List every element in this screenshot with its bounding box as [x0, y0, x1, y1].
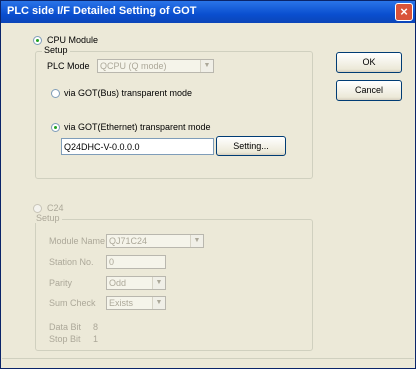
cpu-setup-legend: Setup: [42, 45, 70, 55]
close-icon[interactable]: ×: [395, 3, 413, 21]
parity-label: Parity: [49, 278, 73, 288]
ok-button[interactable]: OK: [336, 52, 402, 73]
plc-mode-select[interactable]: QCPU (Q mode) ▼: [97, 59, 214, 73]
dialog-title: PLC side I/F Detailed Setting of GOT: [7, 5, 197, 17]
data-bit-value: 8: [93, 322, 99, 332]
c24-setup-legend: Setup: [34, 213, 62, 223]
cpu-module-radio[interactable]: [33, 36, 42, 45]
c24-radio[interactable]: [33, 204, 42, 213]
ethernet-target-field[interactable]: Q24DHC-V-0.0.0.0: [61, 138, 214, 155]
stop-bit-label: Stop Bit: [49, 334, 81, 344]
station-no-field[interactable]: 0: [106, 255, 166, 269]
data-bit-label: Data Bit: [49, 322, 82, 332]
dialog-body: CPU Module Setup PLC Mode QCPU (Q mode) …: [1, 23, 415, 368]
setting-button[interactable]: Setting...: [216, 136, 286, 156]
ethernet-transparent-radio[interactable]: [51, 123, 60, 132]
bus-transparent-label: via GOT(Bus) transparent mode: [64, 88, 193, 98]
chevron-down-icon: ▼: [152, 277, 165, 289]
cancel-button[interactable]: Cancel: [336, 80, 402, 101]
chevron-down-icon: ▼: [190, 235, 203, 247]
module-name-value: QJ71C24: [109, 236, 148, 246]
c24-label: C24: [47, 203, 64, 213]
ethernet-target-value: Q24DHC-V-0.0.0.0: [64, 142, 140, 152]
ethernet-transparent-label: via GOT(Ethernet) transparent mode: [64, 122, 211, 132]
sum-check-label: Sum Check: [49, 298, 96, 308]
plc-mode-value: QCPU (Q mode): [100, 61, 167, 71]
parity-value: Odd: [109, 278, 127, 288]
cpu-module-label: CPU Module: [47, 35, 99, 45]
title-bar: PLC side I/F Detailed Setting of GOT ×: [1, 1, 415, 23]
parity-select[interactable]: Odd ▼: [106, 276, 166, 290]
bus-transparent-radio[interactable]: [51, 89, 60, 98]
station-no-label: Station No.: [49, 257, 94, 267]
stop-bit-value: 1: [93, 334, 99, 344]
c24-setup-group: Setup Module Name QJ71C24 ▼ Station No. …: [34, 213, 313, 351]
cpu-setup-group: Setup PLC Mode QCPU (Q mode) ▼ via GOT(B…: [35, 45, 313, 179]
module-name-select[interactable]: QJ71C24 ▼: [106, 234, 204, 248]
module-name-label: Module Name: [49, 236, 106, 246]
station-no-value: 0: [109, 257, 115, 267]
dialog-window: PLC side I/F Detailed Setting of GOT × C…: [0, 0, 416, 369]
sum-check-value: Exists: [109, 298, 134, 308]
dialog-bottom-edge: [2, 358, 414, 365]
sum-check-select[interactable]: Exists ▼: [106, 296, 166, 310]
chevron-down-icon: ▼: [200, 60, 213, 72]
chevron-down-icon: ▼: [152, 297, 165, 309]
plc-mode-label: PLC Mode: [47, 61, 90, 71]
